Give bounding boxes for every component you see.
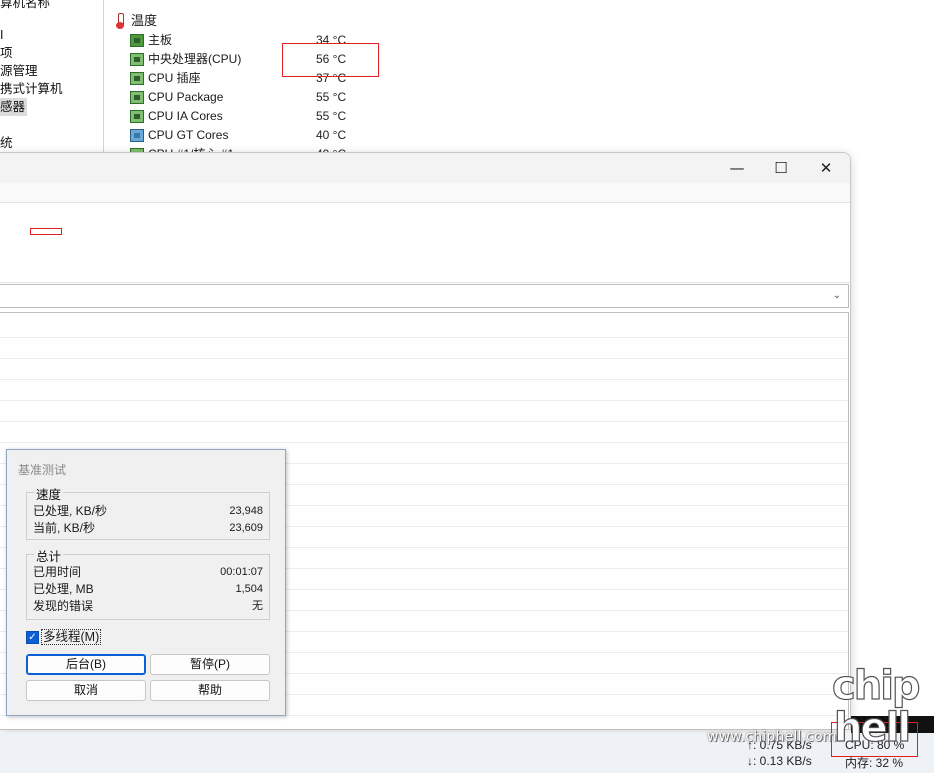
row-key: 已处理, MB	[33, 582, 94, 596]
total-errors-row: 发现的错误 无	[33, 598, 263, 614]
temperature-section-header: 温度	[115, 12, 157, 30]
row-value: 23,609	[229, 522, 263, 534]
total-elapsed-row: 已用时间 00:01:07	[33, 564, 263, 580]
maximize-button[interactable]: ☐	[758, 153, 804, 183]
temperature-section-title: 温度	[131, 13, 158, 28]
sensor-row-cpu-package[interactable]: CPU Package 55 °C	[130, 88, 390, 107]
sensor-value: 40 °C	[316, 128, 347, 142]
total-processed-row: 已处理, MB 1,504	[33, 581, 263, 597]
checkmark-icon[interactable]: ✓	[26, 630, 39, 644]
nav-item-options[interactable]: 项	[0, 44, 13, 62]
nav-item-i[interactable]: I	[0, 26, 3, 44]
speed-current-row: 当前, KB/秒 23,609	[33, 520, 263, 536]
sensor-row-cpu-ia-cores[interactable]: CPU IA Cores 55 °C	[130, 107, 390, 126]
sensor-name: CPU IA Cores	[148, 109, 223, 123]
list-row-divider	[0, 358, 848, 359]
chip-icon	[130, 91, 144, 104]
row-key: 发现的错误	[33, 599, 94, 613]
pause-button[interactable]: 暂停(P)	[150, 654, 270, 675]
row-key: 已处理, KB/秒	[33, 504, 108, 518]
speed-processed-row: 已处理, KB/秒 23,948	[33, 503, 263, 519]
board-icon	[130, 34, 144, 47]
watermark-url: www.chiphell.com	[707, 729, 837, 745]
left-nav-pane: 算机名称 I 项 源管理 携式计算机 感器 统	[0, 0, 104, 160]
selection-dropdown[interactable]: ⌄	[0, 284, 849, 308]
nav-item-sensor[interactable]: 感器	[0, 98, 28, 116]
row-value: 23,948	[229, 505, 263, 517]
row-value: 无	[252, 600, 263, 612]
svg-text:hell: hell	[834, 705, 909, 747]
row-key: 当前, KB/秒	[33, 521, 96, 535]
dialog-title: 基准测试	[18, 463, 67, 477]
toolbar-area	[0, 203, 850, 283]
benchmark-dialog: 基准测试 速度 已处理, KB/秒 23,948 当前, KB/秒 23,609…	[6, 449, 286, 716]
speed-group-label: 速度	[34, 484, 64, 503]
nav-item-system[interactable]: 统	[0, 134, 13, 152]
window-titlebar[interactable]: — ☐ ✕	[0, 153, 850, 183]
sensor-name: CPU GT Cores	[148, 128, 229, 142]
nav-item-power-management[interactable]: 源管理	[0, 62, 38, 80]
multithread-checkbox[interactable]: ✓ 多线程(M)	[26, 629, 102, 645]
thermometer-icon	[115, 13, 125, 29]
list-row-divider	[0, 421, 848, 422]
sensor-name: CPU 插座	[148, 71, 201, 85]
list-row-divider	[0, 379, 848, 380]
close-button[interactable]: ✕	[803, 153, 849, 183]
sensor-value: 55 °C	[316, 90, 347, 104]
minimize-button[interactable]: —	[714, 153, 760, 183]
row-value: 1,504	[235, 583, 263, 595]
cancel-button[interactable]: 取消	[26, 680, 146, 701]
chip-icon	[130, 53, 144, 66]
total-group: 总计 已用时间 00:01:07 已处理, MB 1,504 发现的错误 无	[26, 546, 270, 620]
cpu-temp-highlight-box	[282, 43, 379, 77]
list-row-divider	[0, 337, 848, 338]
help-button[interactable]: 帮助	[150, 680, 270, 701]
list-row-divider	[0, 400, 848, 401]
nav-item-portable-computer[interactable]: 携式计算机	[0, 80, 63, 98]
multithread-label[interactable]: 多线程(M)	[41, 629, 102, 645]
chip-icon	[130, 72, 144, 85]
chiphell-logo-icon: chip hell	[831, 662, 921, 747]
sensor-row-cpu-gt-cores[interactable]: CPU GT Cores 40 °C	[130, 126, 390, 145]
chevron-down-icon[interactable]: ⌄	[830, 287, 844, 305]
row-key: 已用时间	[33, 565, 82, 579]
sensor-list-pane: 温度 主板 34 °C 中央处理器(CPU) 56 °C CPU 插座 37 °…	[105, 0, 934, 161]
sensor-value: 55 °C	[316, 109, 347, 123]
nav-item-computer-name[interactable]: 算机名称	[0, 0, 50, 12]
network-download-speed: ↓: 0.13 KB/s	[747, 754, 812, 768]
list-row-divider	[0, 442, 848, 443]
sensor-name: 中央处理器(CPU)	[148, 52, 242, 66]
small-highlight-box	[30, 228, 62, 235]
sensor-name: CPU Package	[148, 90, 224, 104]
background-button[interactable]: 后台(B)	[26, 654, 146, 675]
menu-strip	[0, 183, 850, 203]
total-group-label: 总计	[34, 546, 64, 565]
row-value: 00:01:07	[220, 566, 263, 578]
sensor-name: 主板	[148, 33, 173, 47]
gpu-icon	[130, 129, 144, 142]
chip-icon	[130, 110, 144, 123]
speed-group: 速度 已处理, KB/秒 23,948 当前, KB/秒 23,609	[26, 484, 270, 540]
svg-text:chip: chip	[832, 663, 919, 709]
